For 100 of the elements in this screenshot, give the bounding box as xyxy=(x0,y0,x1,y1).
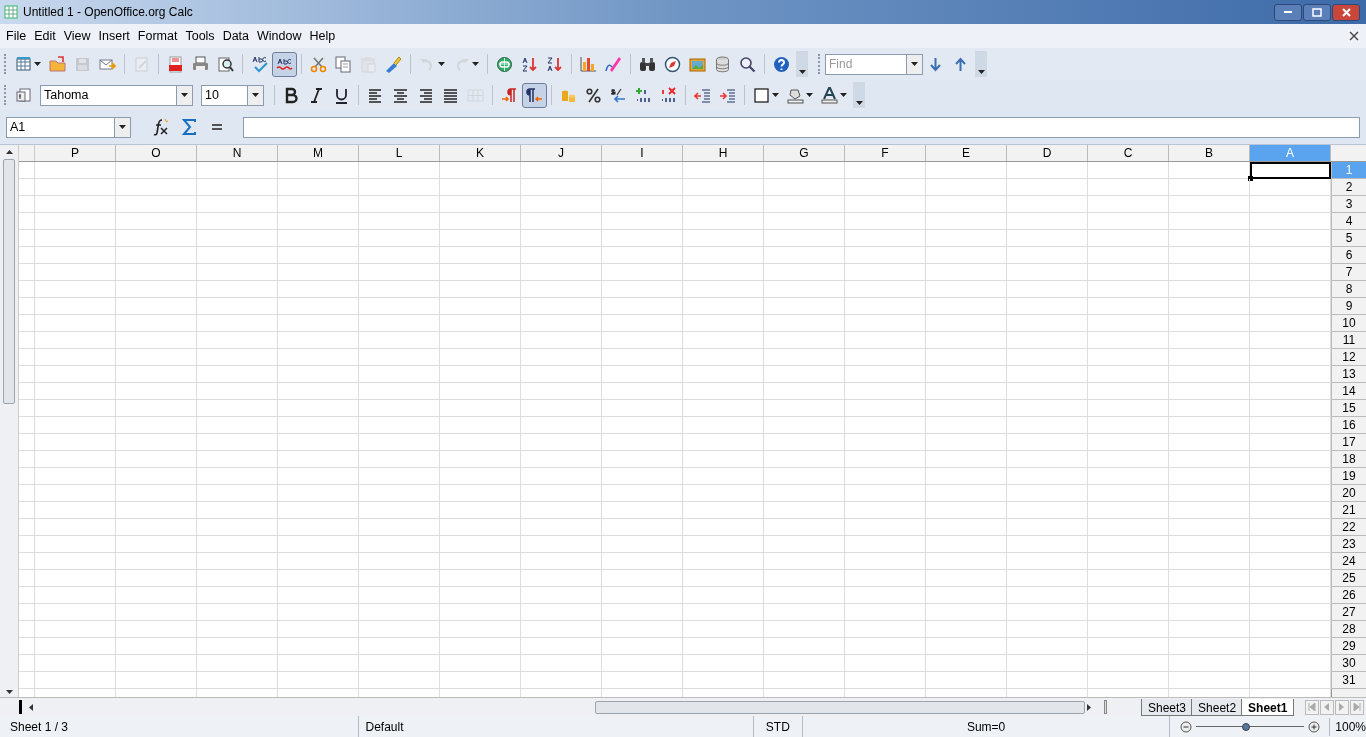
menu-item[interactable]: Data xyxy=(218,26,254,46)
row-header[interactable]: 6 xyxy=(1331,247,1366,264)
row-header[interactable]: 8 xyxy=(1331,281,1366,298)
row-header[interactable]: 10 xyxy=(1331,315,1366,332)
scrollbar-thumb[interactable] xyxy=(3,159,15,404)
dropdown-button[interactable] xyxy=(115,116,131,138)
row-header[interactable]: 26 xyxy=(1331,587,1366,604)
row-header[interactable]: 15 xyxy=(1331,400,1366,417)
caret-icon xyxy=(772,93,779,97)
last-sheet-button[interactable] xyxy=(1350,699,1364,715)
menu-item[interactable]: Insert xyxy=(94,26,134,46)
menu-item[interactable]: Tools xyxy=(181,26,219,46)
horizontal-scrollbar[interactable] xyxy=(26,699,1094,715)
maximize-button[interactable] xyxy=(1303,3,1331,21)
column-header[interactable]: L xyxy=(359,145,440,161)
pilcrow-right-to-left-button[interactable] xyxy=(522,82,547,108)
formula-input-field[interactable] xyxy=(243,116,1360,138)
toolbar-overflow-button[interactable] xyxy=(796,51,808,77)
name-box-field[interactable]: A1 xyxy=(6,116,115,138)
row-header[interactable]: 18 xyxy=(1331,451,1366,468)
column-header[interactable]: G xyxy=(764,145,845,161)
row-header[interactable]: 22 xyxy=(1331,519,1366,536)
zoom-slider[interactable] xyxy=(1196,721,1305,732)
column-header[interactable]: C xyxy=(1088,145,1169,161)
close-document-icon[interactable] xyxy=(1349,31,1359,41)
font-name-field[interactable]: Tahoma xyxy=(40,84,177,106)
fill-handle[interactable] xyxy=(1248,176,1253,181)
menu-item[interactable]: View xyxy=(59,26,95,46)
tab-split-handle[interactable] xyxy=(1104,700,1107,714)
row-header[interactable]: 31 xyxy=(1331,672,1366,689)
row-header[interactable]: 13 xyxy=(1331,366,1366,383)
column-header[interactable]: E xyxy=(926,145,1007,161)
row-header[interactable]: 5 xyxy=(1331,230,1366,247)
minimize-button[interactable] xyxy=(1274,3,1302,21)
column-header[interactable]: M xyxy=(278,145,359,161)
toolbar-overflow-button[interactable] xyxy=(853,82,865,108)
previous-sheet-button[interactable] xyxy=(1320,699,1334,715)
row-header[interactable]: 17 xyxy=(1331,434,1366,451)
column-header[interactable]: P xyxy=(35,145,116,161)
row-header[interactable]: 30 xyxy=(1331,655,1366,672)
row-header[interactable]: 7 xyxy=(1331,264,1366,281)
first-sheet-button[interactable] xyxy=(1305,699,1319,715)
pilcrow-right-to-left-icon xyxy=(526,86,543,104)
row-header[interactable]: 29 xyxy=(1331,638,1366,655)
scroll-up-icon[interactable] xyxy=(4,149,14,155)
sheet-tab[interactable]: Sheet2 xyxy=(1191,699,1244,716)
dropdown-button[interactable] xyxy=(248,84,264,106)
menu-item[interactable]: File xyxy=(2,26,31,46)
column-header[interactable]: K xyxy=(440,145,521,161)
close-button[interactable] xyxy=(1332,3,1360,21)
row-header[interactable] xyxy=(1331,689,1366,697)
row-header[interactable]: 2 xyxy=(1331,179,1366,196)
menu-item[interactable]: Format xyxy=(133,26,182,46)
scroll-down-icon[interactable] xyxy=(4,689,14,695)
row-header[interactable]: 14 xyxy=(1331,383,1366,400)
sheet-tab[interactable]: Sheet1 xyxy=(1241,699,1295,716)
copy-icon xyxy=(335,55,352,73)
row-header[interactable]: 12 xyxy=(1331,349,1366,366)
corner-header[interactable] xyxy=(1331,145,1366,161)
row-header[interactable]: 25 xyxy=(1331,570,1366,587)
menu-item[interactable]: Help xyxy=(305,26,340,46)
column-header[interactable]: N xyxy=(197,145,278,161)
column-header[interactable]: H xyxy=(683,145,764,161)
row-header[interactable]: 19 xyxy=(1331,468,1366,485)
scrollbar-thumb[interactable] xyxy=(595,700,1085,714)
dropdown-button[interactable] xyxy=(907,53,923,75)
row-header[interactable]: 21 xyxy=(1331,502,1366,519)
column-header[interactable]: J xyxy=(521,145,602,161)
toolbar-overflow-button[interactable] xyxy=(975,51,987,77)
zoom-out-icon[interactable] xyxy=(1180,720,1193,733)
column-header[interactable]: D xyxy=(1007,145,1088,161)
row-header[interactable]: 28 xyxy=(1331,621,1366,638)
row-header[interactable]: 27 xyxy=(1331,604,1366,621)
row-header[interactable]: 11 xyxy=(1331,332,1366,349)
zoom-in-icon[interactable] xyxy=(1308,720,1321,733)
font-size-field[interactable]: 10 xyxy=(201,84,248,106)
zoom-slider-thumb[interactable] xyxy=(1241,722,1250,731)
row-header[interactable]: 9 xyxy=(1331,298,1366,315)
vertical-scrollbar[interactable] xyxy=(0,145,19,697)
column-header[interactable]: O xyxy=(116,145,197,161)
row-header[interactable]: 4 xyxy=(1331,213,1366,230)
close-icon xyxy=(1341,7,1351,17)
row-header[interactable]: 20 xyxy=(1331,485,1366,502)
column-header[interactable]: B xyxy=(1169,145,1250,161)
menu-item[interactable]: Edit xyxy=(30,26,60,46)
dropdown-button[interactable] xyxy=(177,84,193,106)
column-header xyxy=(19,145,35,161)
column-header[interactable]: F xyxy=(845,145,926,161)
sheet-tab[interactable]: Sheet3 xyxy=(1141,699,1194,716)
menu-item[interactable]: Window xyxy=(253,26,306,46)
next-sheet-button[interactable] xyxy=(1335,699,1349,715)
row-header[interactable]: 3 xyxy=(1331,196,1366,213)
column-header[interactable]: I xyxy=(602,145,683,161)
row-header[interactable]: 23 xyxy=(1331,536,1366,553)
row-header[interactable]: 16 xyxy=(1331,417,1366,434)
row-header[interactable]: 24 xyxy=(1331,553,1366,570)
autospellcheck-button[interactable] xyxy=(272,51,297,77)
find-field[interactable]: Find xyxy=(825,53,907,75)
split-handle[interactable] xyxy=(19,700,22,714)
scroll-left-icon[interactable] xyxy=(28,702,34,712)
